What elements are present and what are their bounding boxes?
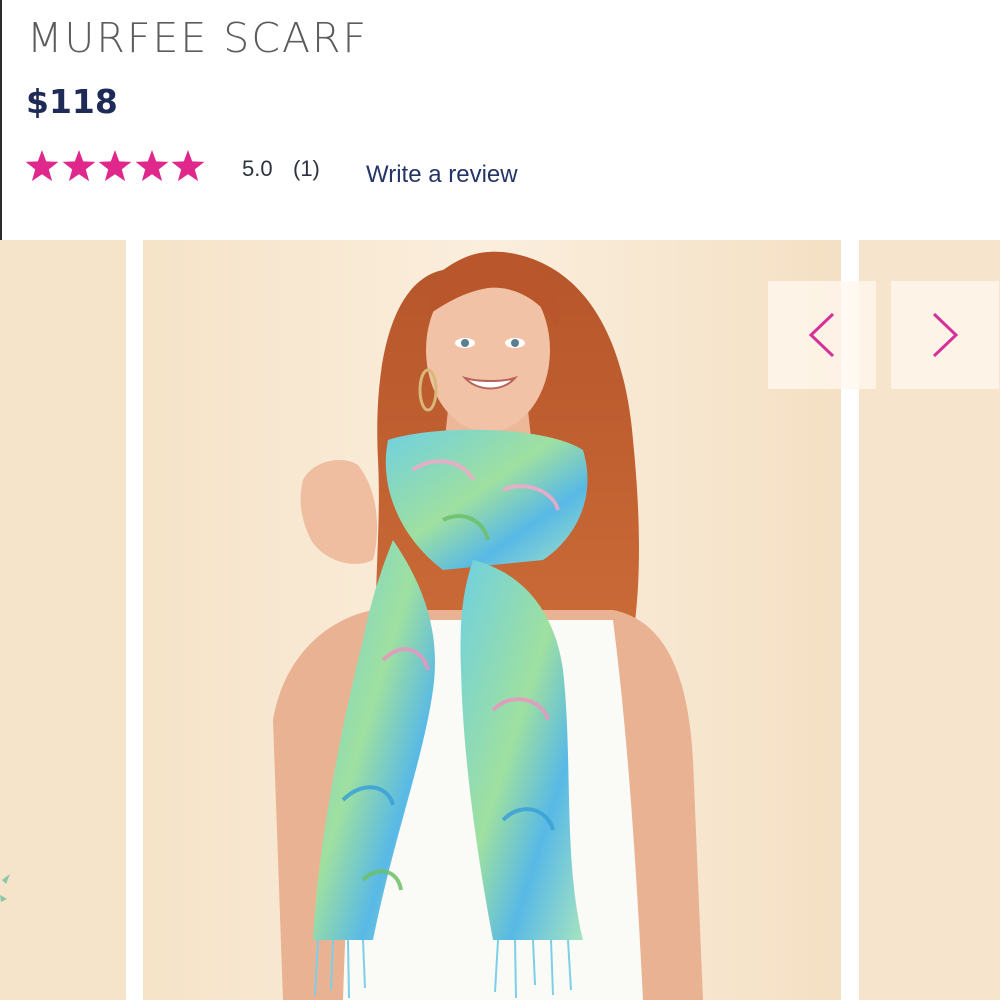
star-icon [24, 148, 60, 184]
star-icon [61, 148, 97, 184]
product-price: $118 [26, 82, 118, 121]
left-edge-rule [0, 0, 2, 240]
model-wearing-scarf-photo [143, 240, 841, 1000]
chevron-right-icon [932, 312, 959, 358]
carousel-previous-button[interactable] [768, 281, 876, 389]
review-count: (1) [293, 156, 320, 181]
rating-value: 5.0 [242, 156, 273, 181]
previous-slide-image [0, 240, 126, 1000]
main-product-image[interactable] [143, 240, 841, 1000]
star-rating [24, 148, 207, 184]
chevron-left-icon [808, 312, 835, 358]
previous-slide-peek[interactable] [0, 240, 126, 1000]
product-title: MURFEE SCARF [27, 14, 369, 62]
star-icon [134, 148, 170, 184]
star-icon [97, 148, 133, 184]
write-review-link[interactable]: Write a review [366, 161, 518, 189]
rating-row: 5.0 (1) Write a review [24, 148, 584, 192]
carousel-next-button[interactable] [891, 281, 999, 389]
star-icon [170, 148, 206, 184]
